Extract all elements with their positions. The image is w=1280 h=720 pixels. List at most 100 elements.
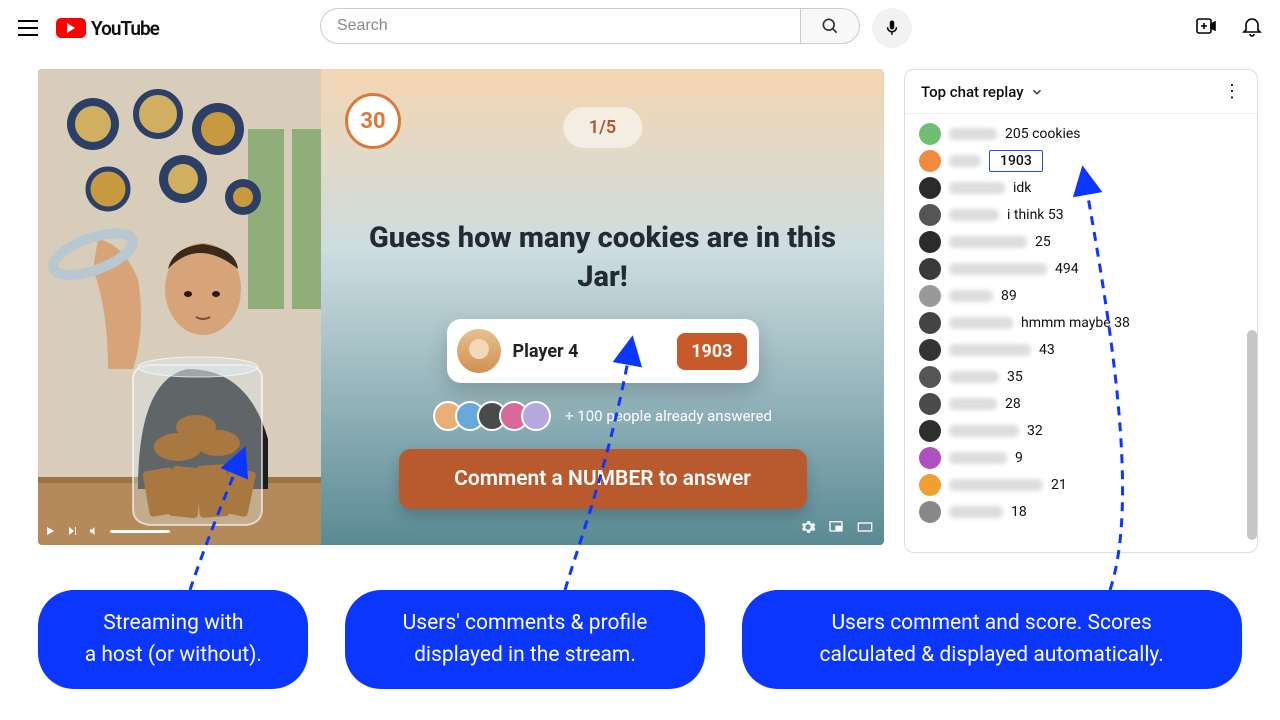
chat-text: 32 (1027, 423, 1043, 439)
question-title: Guess how many cookies are in this Jar! (365, 219, 840, 297)
chat-username: · (949, 317, 1013, 329)
chat-message: ·43 (919, 336, 1243, 363)
chat-more-button[interactable]: ⋮ (1223, 83, 1241, 101)
chat-text: 1903 (989, 150, 1043, 172)
topbar: YouTube (0, 0, 1280, 56)
chat-avatar (919, 150, 941, 172)
chat-avatar (919, 312, 941, 334)
chat-text: 21 (1051, 477, 1067, 493)
chat-message: ·205 cookies (919, 120, 1243, 147)
chat-text: 9 (1015, 450, 1023, 466)
featured-answer-card: Player 4 1903 (447, 319, 759, 383)
play-icon[interactable] (44, 525, 56, 537)
chat-text: hmmm maybe 38 (1021, 315, 1130, 331)
chat-avatar (919, 447, 941, 469)
menu-icon[interactable] (16, 16, 40, 40)
theater-icon[interactable] (856, 519, 874, 535)
chat-avatar (919, 474, 941, 496)
already-answered-text: + 100 people already answered (565, 407, 772, 425)
chat-panel: Top chat replay ⋮ ·205 cookies · 1903 · idk ·… (904, 69, 1258, 553)
chat-username: · (949, 263, 1047, 275)
chat-avatar (919, 285, 941, 307)
youtube-logo-mark (56, 18, 86, 38)
chat-scrollbar[interactable] (1247, 330, 1257, 540)
chat-message: · 89 (919, 282, 1243, 309)
chat-avatar (919, 258, 941, 280)
chat-message: ·35 (919, 363, 1243, 390)
question-progress-badge: 1/5 (563, 107, 642, 148)
chat-message: · 494 (919, 255, 1243, 282)
chat-username: · (949, 155, 981, 167)
chat-text: i think 53 (1007, 207, 1064, 223)
search-button[interactable] (800, 8, 860, 44)
callout-center: Users' comments & profiledisplayed in th… (345, 590, 705, 689)
chat-avatar (919, 366, 941, 388)
chat-message-list[interactable]: ·205 cookies·1903·idk·i think 53·25·494·… (905, 114, 1257, 552)
chat-text: 25 (1035, 234, 1051, 250)
miniplayer-icon[interactable] (828, 519, 844, 535)
video-player[interactable]: 30 1/5 Guess how many cookies are in thi… (38, 69, 884, 545)
callout-right: Users comment and score. Scorescalculate… (742, 590, 1242, 689)
youtube-logo[interactable]: YouTube (56, 17, 159, 40)
chat-message: · i think 53 (919, 201, 1243, 228)
chat-username: · (949, 182, 1005, 194)
chat-message: · hmmm maybe 38 (919, 309, 1243, 336)
chat-text: 43 (1039, 342, 1055, 358)
create-button[interactable] (1194, 14, 1218, 42)
chat-avatar (919, 204, 941, 226)
featured-answer-avatar (457, 329, 501, 373)
annotation-callouts: Streaming witha host (or without). Users… (0, 560, 1280, 689)
cta-button[interactable]: Comment a NUMBER to answer (399, 449, 807, 509)
chat-message: · 32 (919, 417, 1243, 444)
chat-message: · 25 (919, 228, 1243, 255)
chat-username: · (949, 209, 999, 221)
volume-icon[interactable] (88, 525, 100, 537)
search-form (320, 8, 860, 48)
video-controls (44, 525, 315, 537)
chat-text: idk (1013, 180, 1031, 196)
chat-username: · (949, 398, 997, 410)
chat-username: · (949, 479, 1043, 491)
next-icon[interactable] (66, 525, 78, 537)
chat-username: · (949, 290, 993, 302)
featured-answer-name: Player 4 (513, 341, 666, 362)
chat-avatar (919, 231, 941, 253)
youtube-logo-text: YouTube (91, 17, 159, 40)
create-icon (1194, 14, 1218, 38)
voice-search-button[interactable] (872, 8, 912, 48)
notifications-button[interactable] (1240, 14, 1264, 42)
timer-badge: 30 (345, 93, 401, 149)
chat-text: 28 (1005, 396, 1021, 412)
avatar-stack (433, 401, 551, 431)
stack-avatar (521, 401, 551, 431)
settings-icon[interactable] (800, 519, 816, 535)
chat-title-text: Top chat replay (921, 83, 1024, 101)
host-camera-panel (38, 69, 321, 545)
microphone-icon (883, 19, 901, 37)
chat-avatar (919, 393, 941, 415)
chat-header: Top chat replay ⋮ (905, 70, 1257, 114)
chat-text: 35 (1007, 369, 1023, 385)
chat-message: ·9 (919, 444, 1243, 471)
chat-avatar (919, 501, 941, 523)
chat-message: · 28 (919, 390, 1243, 417)
game-overlay-panel: 30 1/5 Guess how many cookies are in thi… (321, 69, 884, 545)
search-input[interactable] (320, 8, 800, 44)
chat-text: 89 (1001, 288, 1017, 304)
chat-avatar (919, 420, 941, 442)
chat-message: · 1903 (919, 147, 1243, 174)
bell-icon (1240, 14, 1264, 38)
chat-avatar (919, 177, 941, 199)
chat-message: · 21 (919, 471, 1243, 498)
chat-text: 18 (1011, 504, 1027, 520)
chat-mode-selector[interactable]: Top chat replay (921, 83, 1044, 101)
host-scene-illustration (38, 69, 321, 545)
chat-text: 494 (1055, 261, 1079, 277)
volume-slider[interactable] (110, 530, 170, 533)
chat-username: · (949, 452, 1007, 464)
featured-answer-value: 1903 (677, 333, 746, 370)
chevron-down-icon (1030, 85, 1044, 99)
chat-username: · (949, 425, 1019, 437)
chat-avatar (919, 123, 941, 145)
chat-username: · (949, 236, 1027, 248)
